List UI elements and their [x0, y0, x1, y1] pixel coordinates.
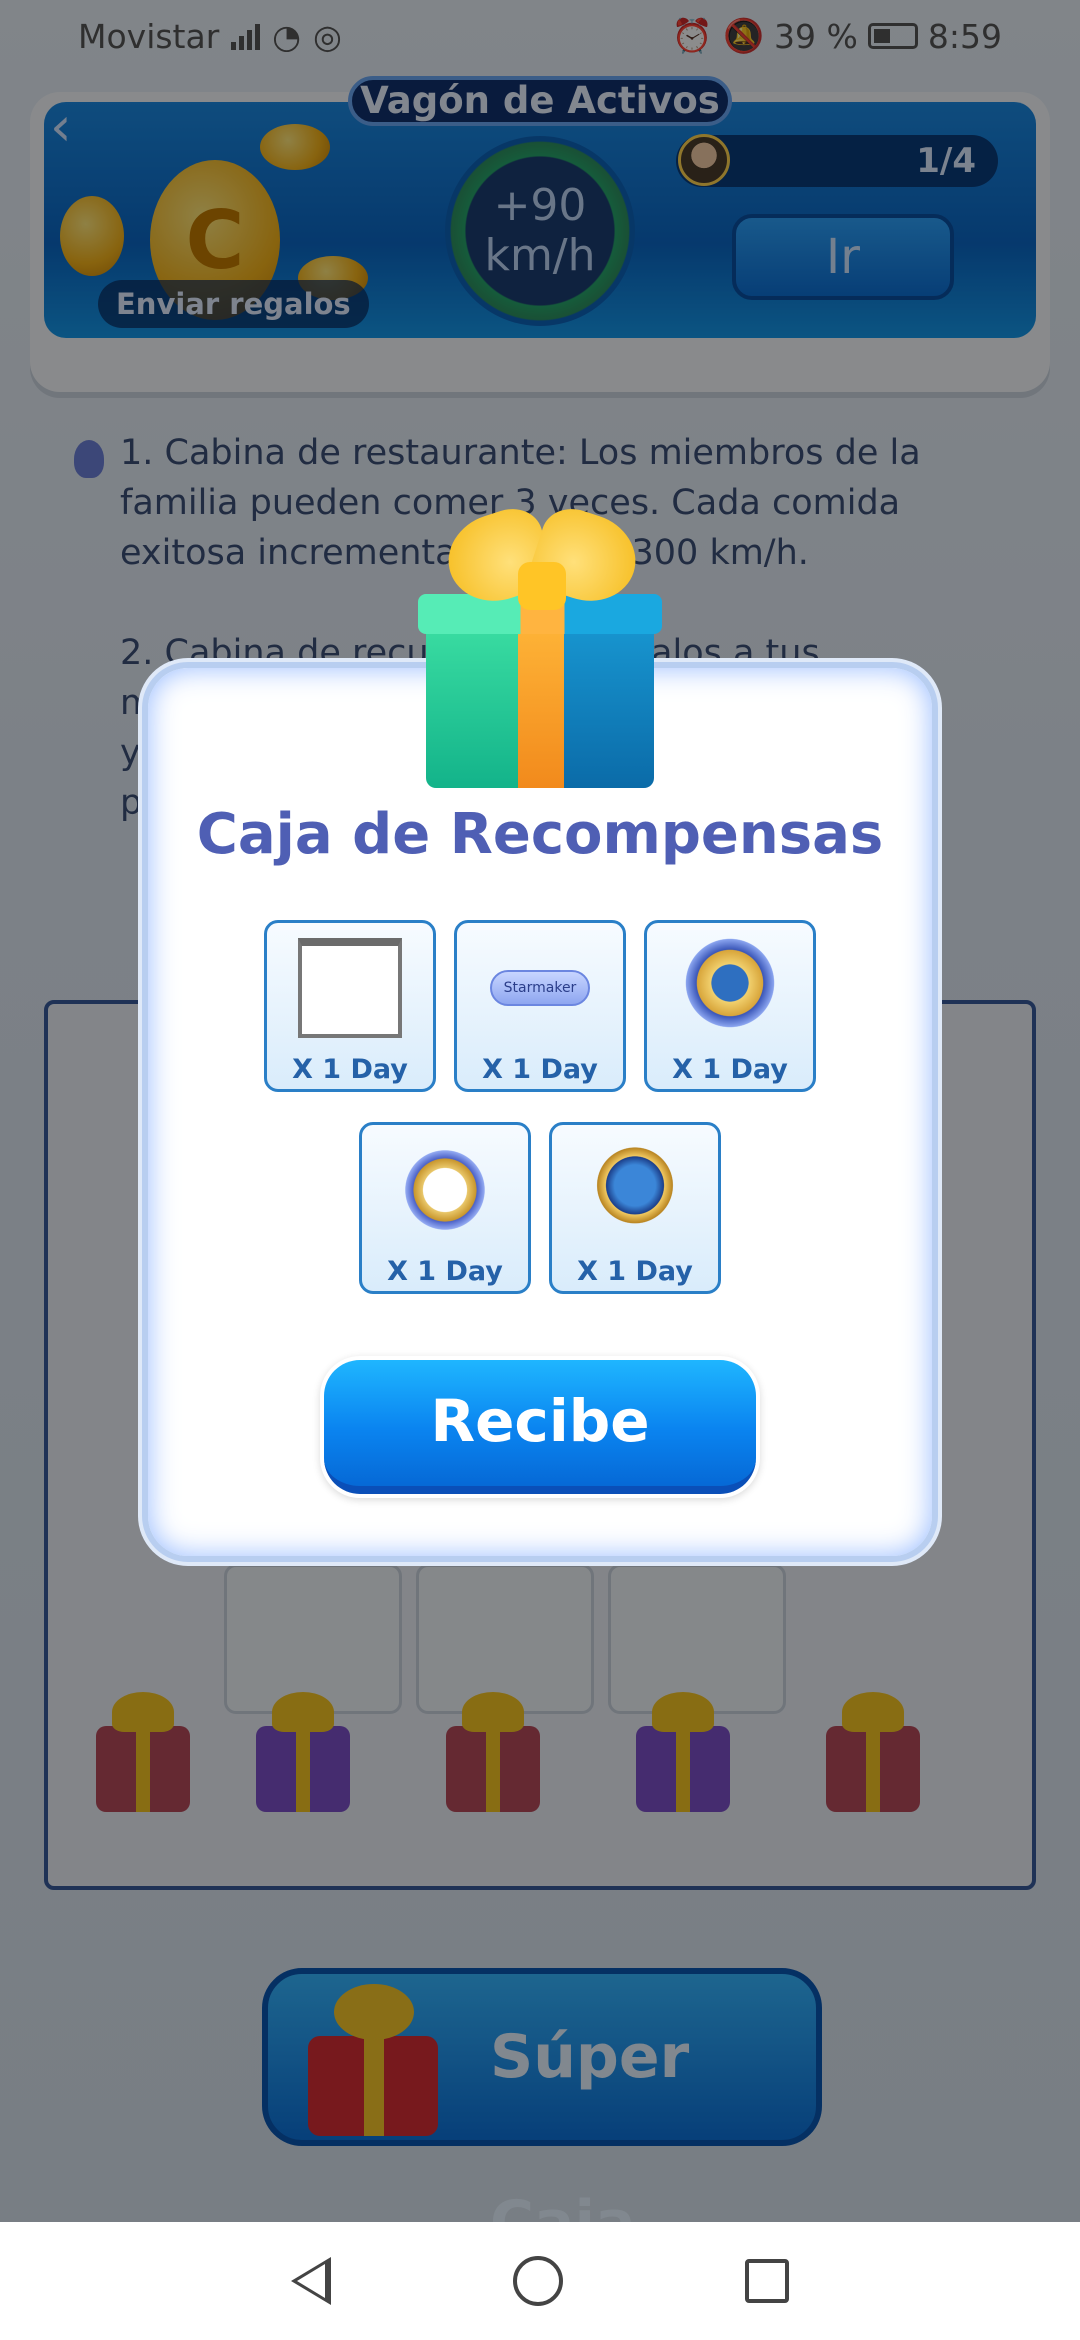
back-triangle-icon[interactable]	[291, 2257, 331, 2305]
receive-button[interactable]: Recibe	[320, 1356, 760, 1498]
reward-card-name-tag: Starmaker X 1 Day	[454, 920, 626, 1092]
system-nav-bar	[0, 2222, 1080, 2340]
picture-frame-icon	[298, 938, 402, 1038]
name-tag-icon: Starmaker	[490, 970, 590, 1006]
reward-card-badge: X 1 Day	[644, 920, 816, 1092]
reward-quantity: X 1 Day	[672, 1054, 788, 1085]
badge-icon	[682, 938, 778, 1038]
reward-card-frame: X 1 Day	[264, 920, 436, 1092]
reward-quantity: X 1 Day	[292, 1054, 408, 1085]
receive-button-label[interactable]: Recibe	[324, 1360, 756, 1494]
recents-square-icon[interactable]	[745, 2259, 789, 2303]
reward-quantity: X 1 Day	[577, 1256, 693, 1287]
modal-title: Caja de Recompensas	[196, 802, 884, 867]
reward-quantity: X 1 Day	[387, 1256, 503, 1287]
home-circle-icon[interactable]	[513, 2256, 563, 2306]
reward-quantity: X 1 Day	[482, 1054, 598, 1085]
avatar-frame-icon	[397, 1142, 493, 1238]
reward-card-emblem: X 1 Day	[549, 1122, 721, 1294]
reward-card-avatar-frame: X 1 Day	[359, 1122, 531, 1294]
emblem-icon	[589, 1144, 681, 1236]
gift-box-icon	[418, 500, 668, 790]
